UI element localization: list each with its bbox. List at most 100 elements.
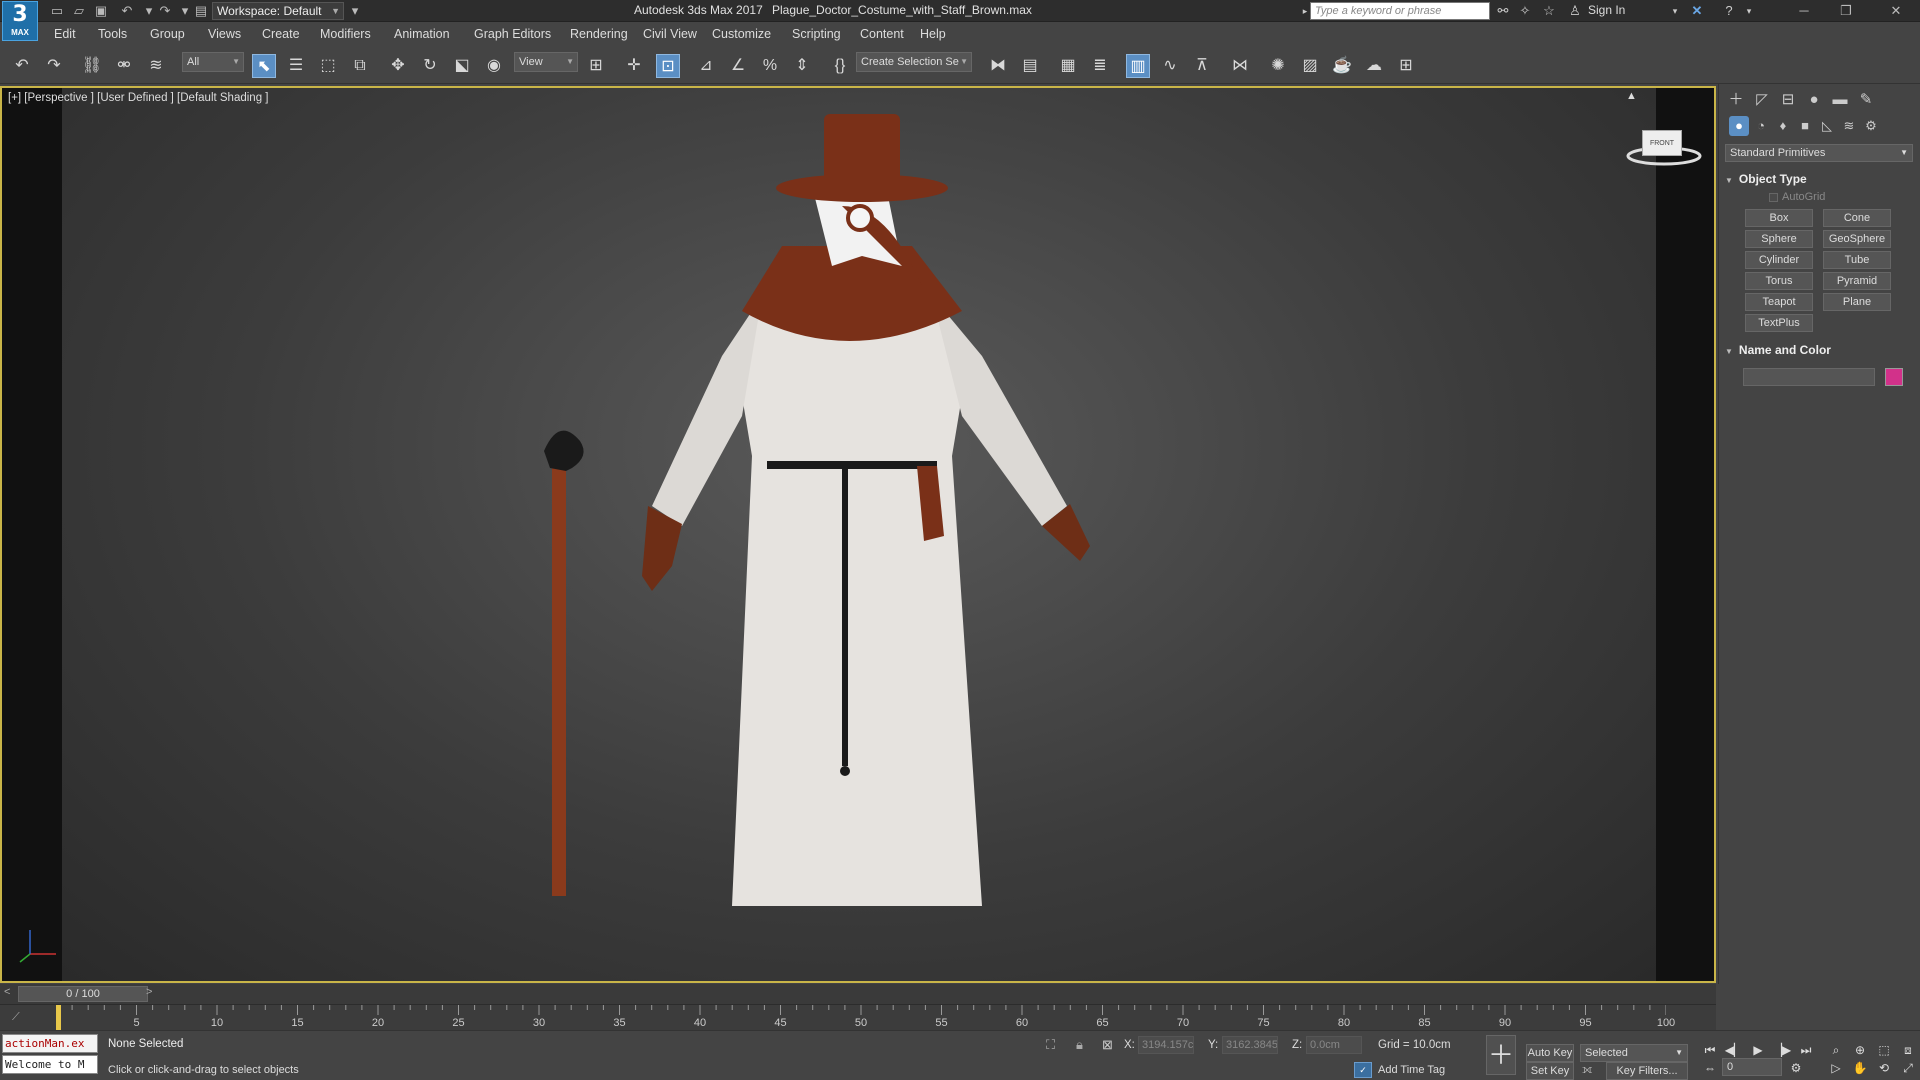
a360-gallery-icon[interactable]: ⊞ [1394,54,1418,78]
time-configuration-icon[interactable]: ⚙ [1786,1059,1806,1077]
sign-in-link[interactable]: Sign In [1588,3,1625,17]
menu-animation[interactable]: Animation [394,27,450,41]
quick-access-menu-chevron-icon[interactable]: ▾ [346,2,364,20]
isolate-selection-icon[interactable]: ⛶ [1046,1037,1055,1053]
project-folder-icon[interactable]: ▤ [192,2,210,20]
menu-edit[interactable]: Edit [54,27,76,41]
curve-editor-toggle-icon[interactable]: ⟋ [12,1011,20,1024]
scale-icon[interactable]: ⬕ [450,54,474,78]
create-tab-plus-icon[interactable]: ＋ [1725,90,1747,110]
favorites-star-icon[interactable]: ☆ [1540,2,1558,20]
menu-views[interactable]: Views [208,27,241,41]
exchange-apps-icon[interactable]: ✕ [1688,2,1706,20]
sign-in-chevron-icon[interactable]: ▾ [1666,2,1684,20]
motion-tab-icon[interactable]: ● [1803,90,1825,110]
box-button[interactable]: Box [1745,209,1813,227]
menu-help[interactable]: Help [920,27,946,41]
zoom-icon[interactable]: ⌕ [1826,1041,1846,1059]
add-time-tag-button[interactable]: Add Time Tag [1378,1064,1445,1076]
maxscript-listener-output[interactable]: actionMan.ex [2,1034,98,1053]
search-input[interactable]: Type a keyword or phrase [1310,2,1490,20]
minimize-icon[interactable]: ─ [1784,0,1824,22]
menu-rendering[interactable]: Rendering [570,27,628,41]
undo-icon[interactable]: ↶ [10,54,34,78]
sphere-button[interactable]: Sphere [1745,230,1813,248]
zoom-extents-icon[interactable]: ⬚ [1874,1041,1894,1059]
menu-tools[interactable]: Tools [98,27,127,41]
help-icon[interactable]: ? [1720,2,1738,20]
ribbon-toggle-icon[interactable]: ▥ [1126,54,1150,78]
redo-icon[interactable]: ↷ [42,54,66,78]
align-icon[interactable]: ▤ [1018,54,1042,78]
rotate-icon[interactable]: ↻ [418,54,442,78]
utilities-tab-icon[interactable]: ✎ [1855,90,1877,110]
bind-space-warp-icon[interactable]: ≋ [144,54,168,78]
plague-doctor-model[interactable] [542,96,1182,976]
systems-icon[interactable]: ⚙ [1861,116,1881,136]
hierarchy-tab-icon[interactable]: ⊟ [1777,90,1799,110]
selection-lock-icon[interactable]: 🔒︎ [1076,1037,1083,1053]
display-tab-icon[interactable]: ▬ [1829,90,1851,110]
next-frame-icon[interactable]: ▕▶ [1772,1041,1792,1059]
restore-icon[interactable]: ❐ [1826,0,1866,22]
maxscript-listener-input[interactable]: Welcome to M [2,1055,98,1074]
object-color-swatch[interactable] [1885,368,1903,386]
teapot-button[interactable]: Teapot [1745,293,1813,311]
link-icon[interactable]: ⛓ [80,54,104,78]
workspace-dropdown[interactable]: Workspace: Default ▼ [212,2,344,20]
track-bar[interactable]: ⟋ 5 10 15 20 25 30 35 40 45 50 55 60 65 70 75 80 85 90 95 1… [0,1004,1716,1031]
menu-create[interactable]: Create [262,27,300,41]
maximize-viewport-icon[interactable]: ⤢ [1898,1059,1918,1077]
time-next-button[interactable]: > [146,986,152,998]
textplus-button[interactable]: TextPlus [1745,314,1813,332]
absolute-mode-icon[interactable]: ⊠ [1102,1037,1113,1053]
object-name-input[interactable] [1743,368,1875,386]
reference-coordinate-dropdown[interactable]: View ▼ [514,52,578,72]
lights-icon[interactable]: ♦ [1773,116,1793,136]
zoom-extents-all-icon[interactable]: ⧈ [1898,1041,1918,1059]
named-selection-dropdown[interactable]: Create Selection Se ▼ [856,52,972,72]
cameras-icon[interactable]: ■ [1795,116,1815,136]
unlink-icon[interactable]: ⚮ [112,54,136,78]
helpers-icon[interactable]: ◺ [1817,116,1837,136]
object-type-rollout-header[interactable]: ▼ Object Type [1725,172,1913,186]
shapes-icon[interactable]: ◔ [1751,116,1771,136]
perspective-viewport[interactable]: [+] [Perspective ] [User Defined ] [Defa… [0,86,1716,983]
keyboard-shortcut-override-icon[interactable]: ⊡ [656,54,680,78]
x-coordinate-field[interactable]: 3194.157c [1138,1036,1194,1054]
menu-content[interactable]: Content [860,27,904,41]
menu-graph-editors[interactable]: Graph Editors [474,27,551,41]
spinner-snap-icon[interactable]: ⇕ [790,54,814,78]
modify-tab-icon[interactable]: ◸ [1751,90,1773,110]
plane-button[interactable]: Plane [1823,293,1891,311]
primitive-category-dropdown[interactable]: Standard Primitives ▼ [1725,144,1913,162]
time-prev-button[interactable]: < [4,986,10,998]
save-file-icon[interactable]: ▣ [92,2,110,20]
select-by-name-icon[interactable]: ☰ [284,54,308,78]
new-file-icon[interactable]: ▭ [48,2,66,20]
current-frame-field[interactable]: 0 [1722,1058,1782,1076]
snaps-toggle-icon[interactable]: ⊿ [694,54,718,78]
menu-group[interactable]: Group [150,27,185,41]
layer-explorer-icon[interactable]: ≣ [1088,54,1112,78]
name-and-color-rollout-header[interactable]: ▼ Name and Color [1725,343,1913,357]
orbit-icon[interactable]: ⟲ [1874,1059,1894,1077]
menu-civil-view[interactable]: Civil View [643,27,697,41]
set-keys-plus-icon[interactable]: ＋ [1486,1035,1516,1075]
select-and-manipulate-icon[interactable]: ✛ [622,54,646,78]
window-crossing-icon[interactable]: ⧉ [348,54,372,78]
rendered-frame-window-icon[interactable]: ▨ [1298,54,1322,78]
open-file-icon[interactable]: ▱ [70,2,88,20]
z-coordinate-field[interactable]: 0.0cm [1306,1036,1362,1054]
play-icon[interactable]: ▶ [1748,1041,1768,1059]
geometry-icon[interactable]: ● [1729,116,1749,136]
time-tag-icon[interactable]: ✓ [1354,1062,1372,1078]
material-editor-icon[interactable]: ⋈ [1228,54,1252,78]
pyramid-button[interactable]: Pyramid [1823,272,1891,290]
render-production-icon[interactable]: ☕ [1330,54,1354,78]
app-logo-button[interactable]: 3 MAX [2,1,38,41]
binoculars-icon[interactable]: ⚯ [1494,2,1512,20]
go-to-end-icon[interactable]: ⏭ [1796,1041,1816,1059]
autogrid-checkbox[interactable]: AutoGrid [1769,191,1825,203]
set-key-button[interactable]: Set Key [1526,1062,1574,1080]
